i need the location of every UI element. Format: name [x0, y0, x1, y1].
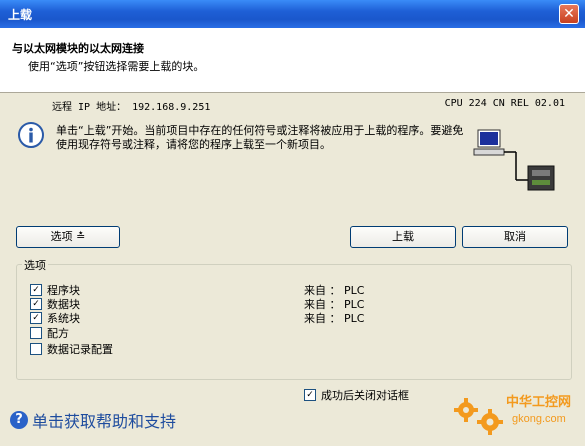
header-subtitle: 使用“选项”按钮选择需要上载的块。: [28, 60, 205, 73]
cancel-button[interactable]: 取消: [462, 226, 568, 248]
gkong-logo: 中华工控网 gkong.com: [454, 394, 571, 435]
help-icon: ?: [10, 411, 28, 429]
pc-plc-connection-icon: [473, 129, 555, 191]
upload-button[interactable]: 上载: [350, 226, 456, 248]
help-link[interactable]: ? 单击获取帮助和支持: [10, 408, 176, 432]
options-group-label: 选项: [22, 257, 48, 273]
title-bar: 上载 ✕: [0, 0, 585, 28]
close-on-success-option[interactable]: ✓ 成功后关闭对话框: [304, 387, 409, 403]
close-button[interactable]: ✕: [559, 4, 579, 24]
checkbox[interactable]: [30, 327, 42, 339]
cpu-version-label: CPU 224 CN REL 02.01: [444, 98, 565, 109]
option-recipe[interactable]: 配方: [30, 325, 69, 341]
option-label: 数据记录配置: [47, 343, 113, 356]
options-group: [16, 264, 572, 380]
option-data-log-config[interactable]: 数据记录配置: [30, 341, 113, 357]
logo-domain: gkong.com: [512, 413, 566, 425]
header-title: 与以太网模块的以太网连接: [12, 42, 144, 55]
logo-text: 中华工控网: [506, 394, 571, 409]
source-label: 来自 ： PLC: [304, 312, 365, 325]
checkbox[interactable]: ✓: [30, 298, 42, 310]
checkbox[interactable]: ✓: [304, 389, 316, 401]
checkbox[interactable]: [30, 343, 42, 355]
dialog-header: 与以太网模块的以太网连接 使用“选项”按钮选择需要上载的块。: [0, 28, 585, 93]
help-link-text[interactable]: 单击获取帮助和支持: [32, 408, 176, 432]
upload-instructions: 单击“上载”开始。当前项目中存在的任何符号或注释将被应用于上载的程序。要避免使用…: [56, 124, 464, 151]
info-icon: [18, 122, 44, 148]
close-on-success-label: 成功后关闭对话框: [321, 389, 409, 402]
window-title: 上载: [8, 8, 33, 22]
remote-ip-label: 远程 IP 地址： 192.168.9.251: [52, 102, 211, 113]
options-button[interactable]: 选项 ≛: [16, 226, 120, 248]
checkbox[interactable]: ✓: [30, 284, 42, 296]
option-system-block[interactable]: ✓ 系统块: [30, 310, 80, 326]
option-label: 配方: [47, 327, 69, 340]
option-label: 系统块: [47, 312, 80, 325]
checkbox[interactable]: ✓: [30, 312, 42, 324]
